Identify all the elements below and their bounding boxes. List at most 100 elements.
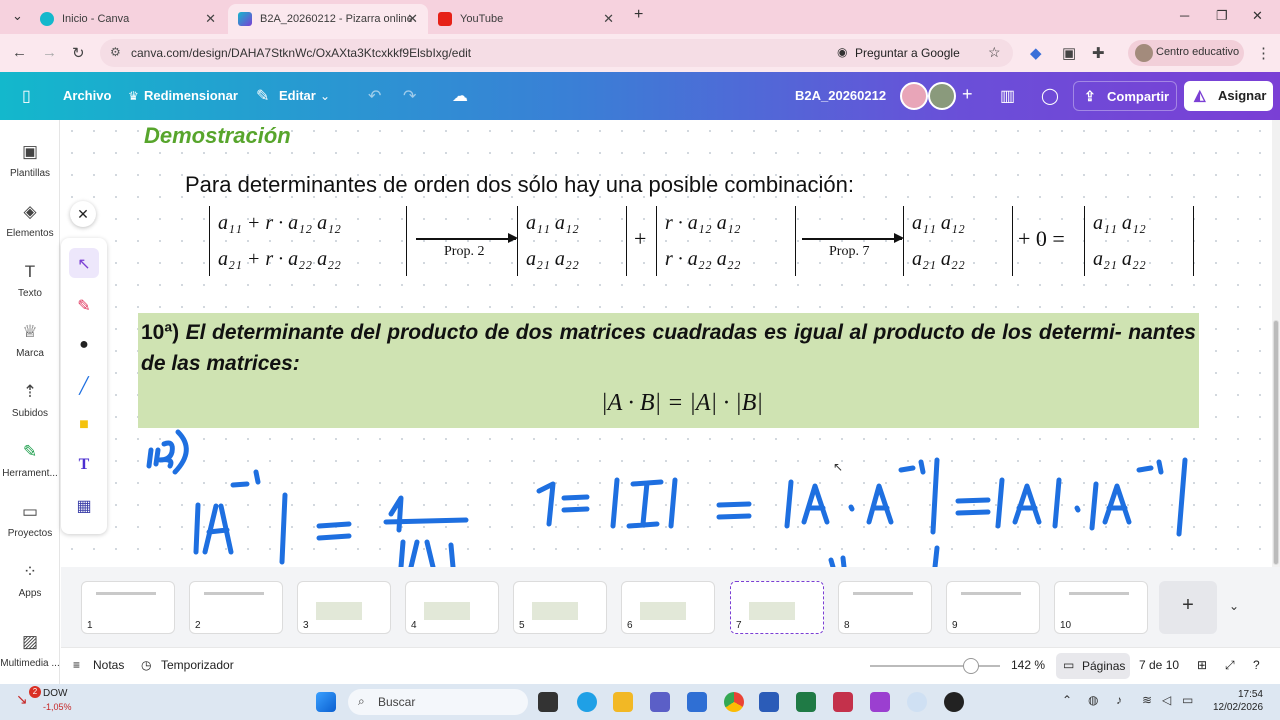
close-window-icon[interactable]: ✕: [1252, 8, 1263, 24]
sidebar-item-apps[interactable]: ⁘ Apps: [0, 562, 60, 599]
avatar[interactable]: [928, 82, 956, 110]
teams-icon[interactable]: [650, 692, 670, 712]
page-thumb-selected[interactable]: 7: [730, 581, 824, 634]
zoom-slider-handle[interactable]: [963, 658, 979, 674]
word-icon[interactable]: [759, 692, 779, 712]
archivo-menu[interactable]: Archivo: [63, 88, 111, 103]
forward-icon[interactable]: →: [42, 44, 57, 61]
undo-icon[interactable]: ↶: [368, 86, 381, 106]
page-thumb[interactable]: 3: [297, 581, 391, 634]
close-tab-icon[interactable]: ✕: [407, 11, 418, 27]
share-button[interactable]: ⇪ Compartir: [1073, 81, 1177, 111]
close-tab-icon[interactable]: ✕: [205, 11, 216, 27]
omnibox[interactable]: ⚙ canva.com/design/DAHA7StknWc/OxAXta3Kt…: [100, 39, 1013, 67]
extension-2-icon[interactable]: ▣: [1062, 44, 1076, 62]
page-thumb[interactable]: 2: [189, 581, 283, 634]
notes-button[interactable]: Notas: [93, 658, 124, 672]
file-explorer-icon[interactable]: [613, 692, 633, 712]
page-indicator[interactable]: 7 de 10: [1139, 658, 1179, 672]
sidebar-item-plantillas[interactable]: ▣ Plantillas: [0, 142, 60, 179]
assign-button[interactable]: ◭ Asignar: [1184, 81, 1273, 111]
extension-icon[interactable]: ◆: [1030, 44, 1042, 62]
wifi-icon[interactable]: ≋: [1142, 693, 1152, 707]
design-canvas[interactable]: Demostración Para determinantes de orden…: [61, 120, 1272, 567]
chevron-down-icon[interactable]: ⌄: [320, 89, 330, 103]
editar-button[interactable]: Editar: [279, 88, 316, 103]
select-arrow-icon[interactable]: ↖: [69, 248, 99, 278]
close-draw-panel-button[interactable]: ✕: [70, 201, 96, 227]
comment-icon[interactable]: ◯: [1041, 86, 1059, 106]
windows-start-icon[interactable]: [316, 692, 336, 712]
ask-google-button[interactable]: Preguntar a Google: [855, 46, 960, 60]
site-info-icon[interactable]: ⚙: [110, 45, 121, 59]
bookmark-star-icon[interactable]: ☆: [988, 44, 1001, 61]
page-thumb[interactable]: 6: [621, 581, 715, 634]
browser-menu-icon[interactable]: ⋮: [1256, 44, 1271, 62]
sidebar-item-subidos[interactable]: ⇡ Subidos: [0, 382, 60, 419]
add-collaborator-icon[interactable]: +: [962, 84, 973, 105]
onenote-icon[interactable]: [870, 692, 890, 712]
task-view-icon[interactable]: [538, 692, 558, 712]
sidebar-item-herramientas[interactable]: ✎ Herrament...: [0, 442, 60, 479]
shapes-icon[interactable]: ●: [69, 330, 99, 360]
sidebar-item-multimedia[interactable]: ▨ Multimedia ...: [0, 632, 60, 669]
cloud-saved-icon[interactable]: ☁: [452, 86, 468, 106]
pen-red-icon[interactable]: ✎: [69, 290, 99, 320]
stock-name[interactable]: DOW: [43, 688, 67, 699]
maximize-icon[interactable]: ❐: [1216, 8, 1228, 24]
battery-icon[interactable]: ▭: [1182, 693, 1193, 707]
access-icon[interactable]: [833, 692, 853, 712]
store-icon[interactable]: [687, 692, 707, 712]
help-icon[interactable]: ?: [1253, 658, 1260, 672]
url-text[interactable]: canva.com/design/DAHA7StknWc/OxAXta3Ktcx…: [131, 46, 471, 60]
page-thumb[interactable]: 5: [513, 581, 607, 634]
canvas-scrollbar[interactable]: [1272, 120, 1280, 567]
edge-icon[interactable]: [577, 692, 597, 712]
chevron-down-icon[interactable]: ⌄: [1229, 599, 1239, 613]
table-icon[interactable]: ▦: [69, 490, 99, 520]
sidebar-item-elementos[interactable]: ◈ Elementos: [0, 202, 60, 239]
timer-button[interactable]: Temporizador: [161, 658, 234, 672]
page-thumb[interactable]: 4: [405, 581, 499, 634]
zoom-slider[interactable]: [870, 665, 1000, 667]
puzzle-extensions-icon[interactable]: ✚: [1092, 44, 1105, 62]
tab-pizarra[interactable]: B2A_20260212 - Pizarra online ✕: [228, 4, 428, 34]
new-tab-icon[interactable]: +: [634, 6, 643, 24]
insights-chart-icon[interactable]: ▥: [1000, 86, 1015, 106]
sidebar-item-marca[interactable]: ♕ Marca: [0, 322, 60, 359]
line-blue-icon[interactable]: ╱: [69, 370, 99, 400]
volume-icon[interactable]: ◁: [1162, 693, 1171, 707]
minimize-icon[interactable]: ─: [1180, 8, 1189, 23]
add-page-button[interactable]: +: [1159, 581, 1217, 634]
obs-icon[interactable]: [944, 692, 964, 712]
tab-inicio-canva[interactable]: Inicio - Canva ✕: [30, 4, 226, 34]
pages-button[interactable]: ▭ Páginas: [1056, 653, 1130, 679]
page-thumb[interactable]: 8: [838, 581, 932, 634]
timer-icon[interactable]: ◷: [141, 658, 151, 672]
notes-icon[interactable]: ≡: [73, 658, 80, 672]
tab-search-icon[interactable]: ⌄: [12, 8, 23, 24]
page-thumb[interactable]: 10: [1054, 581, 1148, 634]
chrome-profile-icon[interactable]: [907, 692, 927, 712]
tray-chevron-icon[interactable]: ⌃: [1062, 693, 1072, 707]
profile-chip[interactable]: Centro educativo: [1128, 40, 1244, 66]
excel-icon[interactable]: [796, 692, 816, 712]
tray-app-icon[interactable]: ◍: [1088, 693, 1098, 707]
tab-youtube[interactable]: YouTube ✕: [428, 4, 624, 34]
zoom-level[interactable]: 142 %: [1011, 658, 1045, 672]
sidebar-item-texto[interactable]: T Texto: [0, 262, 60, 299]
sidebar-toggle-icon[interactable]: ▯: [22, 86, 31, 106]
taskbar-clock[interactable]: 17:54 12/02/2026: [1213, 688, 1263, 714]
grid-view-icon[interactable]: ⊞: [1197, 658, 1207, 672]
sticky-note-icon[interactable]: ■: [69, 410, 99, 440]
sidebar-item-proyectos[interactable]: ▭ Proyectos: [0, 502, 60, 539]
scrollbar-thumb[interactable]: [1273, 320, 1279, 565]
redo-icon[interactable]: ↷: [403, 86, 416, 106]
taskbar-search[interactable]: ⌕ Buscar: [348, 689, 528, 715]
chrome-icon[interactable]: [724, 692, 744, 712]
redimensionar-button[interactable]: Redimensionar: [144, 88, 238, 103]
handwritten-ink[interactable]: [61, 120, 1272, 567]
back-icon[interactable]: ←: [12, 44, 27, 61]
page-thumb[interactable]: 9: [946, 581, 1040, 634]
microphone-icon[interactable]: ♪: [1116, 693, 1122, 707]
